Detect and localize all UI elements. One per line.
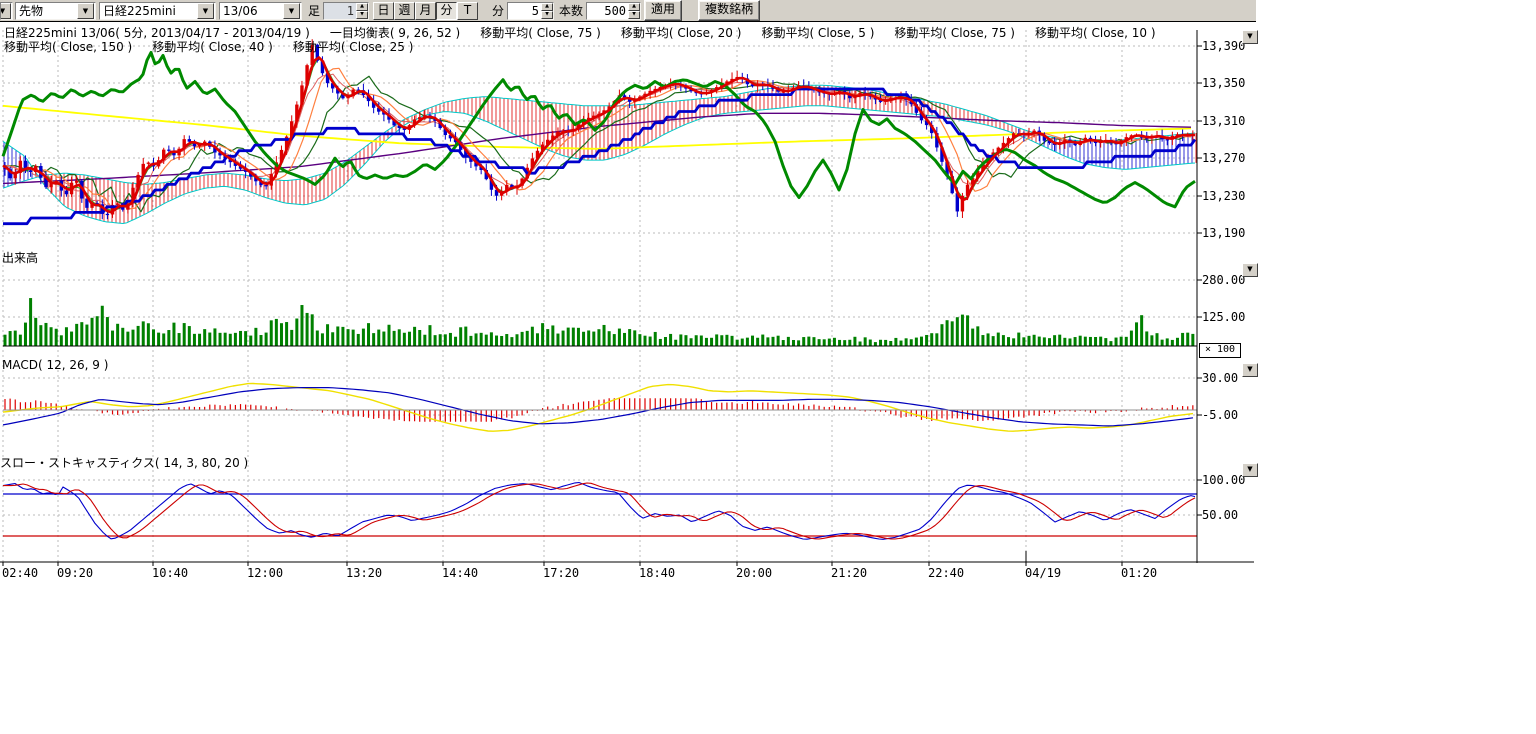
indicator-legend-line1: 日経225mini 13/06( 5分, 2013/04/17 - 2013/0… (4, 27, 1176, 40)
y-axis-tick-label: 13,230 (1202, 189, 1245, 203)
x-axis-tick-label: 17:20 (543, 566, 579, 580)
x-axis-tick-label: 10:40 (152, 566, 188, 580)
chart-plot-area[interactable] (0, 22, 1197, 562)
y-axis-tick-label: 280.00 (1202, 273, 1245, 287)
x-axis-tick-label: 04/19 (1025, 566, 1061, 580)
y-axis-tick-label: 13,270 (1202, 151, 1245, 165)
volume-pane-label: 出来高 (2, 252, 38, 265)
indicator-legend-item: 日経225mini 13/06( 5分, 2013/04/17 - 2013/0… (4, 26, 310, 40)
minute-label: 分 (492, 2, 504, 19)
bar-count-spinner[interactable]: 500 ▲▼ (586, 2, 641, 20)
x-axis-tick-label: 09:20 (57, 566, 93, 580)
x-axis-tick-label: 12:00 (247, 566, 283, 580)
spinner-arrows-icon: ▲▼ (356, 3, 368, 19)
y-axis-tick-label: 50.00 (1202, 508, 1238, 522)
bar-count-label: 本数 (559, 2, 583, 19)
bar-type-label: 足 (308, 2, 320, 19)
symbol-select[interactable]: 日経225mini ▼ (99, 2, 216, 20)
toolbar: ▼ 先物 ▼ 日経225mini ▼ 13/06 ▼ 足 1 ▲▼ 日 週 月 … (0, 0, 1256, 22)
y-axis-tick-label: -5.00 (1202, 408, 1238, 422)
x-axis-tick-label: 20:00 (736, 566, 772, 580)
y-axis-tick-label: 13,390 (1202, 39, 1245, 53)
period-week-button[interactable]: 週 (394, 2, 415, 20)
period-tick-button[interactable]: T (457, 2, 478, 20)
indicator-legend-item: 一目均衡表( 9, 26, 52 ) (330, 26, 460, 40)
minute-spinner[interactable]: 5 ▲▼ (507, 2, 554, 20)
x-axis-tick-label: 02:40 (2, 566, 38, 580)
dropdown-arrow-icon[interactable]: ▼ (283, 3, 300, 19)
dropdown-arrow-icon[interactable]: ▼ (197, 3, 214, 19)
pane-menu-button[interactable]: ▼ (1242, 30, 1258, 44)
x-axis-tick-label: 21:20 (831, 566, 867, 580)
indicator-legend-item: 移動平均( Close, 75 ) (894, 26, 1015, 40)
clipped-dropdown[interactable]: ▼ (0, 2, 13, 20)
dropdown-arrow-icon[interactable]: ▼ (77, 3, 94, 19)
x-axis-tick-label: 14:40 (442, 566, 478, 580)
y-axis-tick-label: 125.00 (1202, 310, 1245, 324)
indicator-legend-item: 移動平均( Close, 10 ) (1035, 26, 1156, 40)
indicator-legend-item: 移動平均( Close, 5 ) (761, 26, 874, 40)
multi-symbol-button[interactable]: 複数銘柄 (698, 0, 760, 21)
market-select-value: 先物 (19, 3, 77, 19)
x-axis-tick-label: 01:20 (1121, 566, 1157, 580)
indicator-legend-item: 移動平均( Close, 25 ) (293, 40, 414, 54)
y-axis-tick-label: 13,190 (1202, 226, 1245, 240)
contract-month-select[interactable]: 13/06 ▼ (219, 2, 302, 20)
spinner-arrows-icon[interactable]: ▲▼ (628, 3, 640, 19)
pane-menu-button[interactable]: ▼ (1242, 463, 1258, 477)
x-axis-tick-label: 13:20 (346, 566, 382, 580)
y-axis-tick-label: 30.00 (1202, 371, 1238, 385)
pane-menu-button[interactable]: ▼ (1242, 263, 1258, 277)
indicator-legend-item: 移動平均( Close, 75 ) (480, 26, 601, 40)
symbol-select-value: 日経225mini (103, 3, 197, 19)
period-month-button[interactable]: 月 (415, 2, 436, 20)
indicator-legend-line2: 移動平均( Close, 150 ) 移動平均( Close, 40 ) 移動平均(… (4, 41, 433, 54)
y-axis-tick-label: 100.00 (1202, 473, 1245, 487)
y-axis-tick-label: 13,350 (1202, 76, 1245, 90)
pane-menu-button[interactable]: ▼ (1242, 363, 1258, 377)
stoch-pane-label: スロー・ストキャスティクス( 14, 3, 80, 20 ) (0, 457, 248, 470)
indicator-legend-item: 移動平均( Close, 150 ) (4, 40, 132, 54)
x-axis-tick-label: 18:40 (639, 566, 675, 580)
apply-button[interactable]: 適用 (644, 0, 682, 21)
dropdown-arrow-icon[interactable]: ▼ (0, 3, 11, 19)
indicator-legend-item: 移動平均( Close, 20 ) (621, 26, 742, 40)
x-axis-tick-label: 22:40 (928, 566, 964, 580)
period-minute-button[interactable]: 分 (436, 2, 457, 20)
y-axis-tick-label: 13,310 (1202, 114, 1245, 128)
period-day-button[interactable]: 日 (373, 2, 394, 20)
market-select[interactable]: 先物 ▼ (15, 2, 96, 20)
indicator-legend-item: 移動平均( Close, 40 ) (152, 40, 273, 54)
spinner-arrows-icon[interactable]: ▲▼ (541, 3, 553, 19)
bar-interval-spinner: 1 ▲▼ (323, 2, 369, 20)
volume-multiplier-badge: × 100 (1199, 343, 1241, 358)
macd-pane-label: MACD( 12, 26, 9 ) (2, 359, 108, 372)
contract-month-value: 13/06 (223, 3, 283, 19)
